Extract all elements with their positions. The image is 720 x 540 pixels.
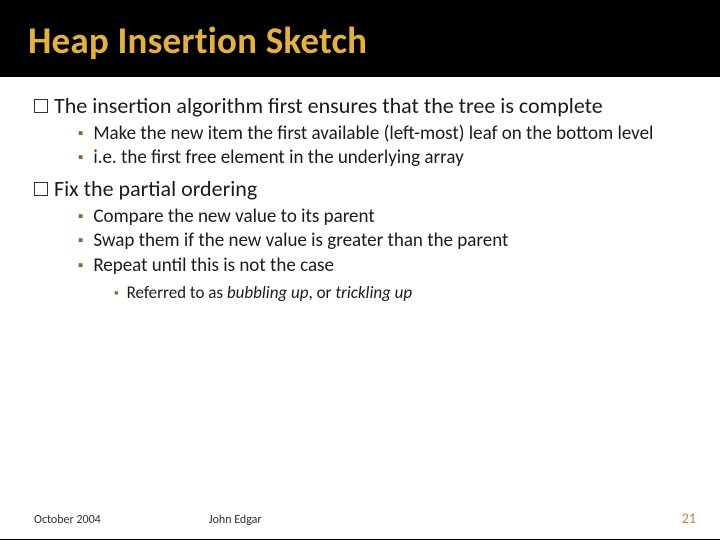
slide-number: 21 [682,510,696,527]
square-bullet-icon [34,182,48,196]
square-bullet-icon: ▪ [78,232,83,250]
emphasis: trickling up [335,282,412,303]
bullet-text-part: , or [309,282,336,303]
square-bullet-icon: ▪ [78,257,83,275]
bullet-level3: ▪ Referred to as bubbling up, or tricklin… [34,283,690,303]
bullet-level2: ▪ Repeat until this is not the case [34,255,690,277]
bullet-text: Fix the partial ordering [54,175,257,202]
content-area: The insertion algorithm first ensures th… [0,77,720,539]
bullet-text: The insertion algorithm first ensures th… [54,92,603,119]
subsublist: ▪ Referred to as bubbling up, or tricklin… [34,283,690,303]
sublist: ▪ Compare the new value to its parent ▪ Sw… [34,206,690,304]
square-bullet-icon [34,99,48,113]
bullet-text-part: Referred to as [127,282,227,303]
bullet-level2: ▪ Compare the new value to its parent [34,206,690,228]
bullet-text: Swap them if the new value is greater th… [93,229,508,252]
square-bullet-icon: ▪ [78,125,83,143]
footer: October 2004 John Edgar 21 [0,510,720,527]
footer-author: John Edgar [209,513,262,527]
slide-title: Heap Insertion Sketch [28,18,720,63]
emphasis: bubbling up [227,282,309,303]
bullet-level2: ▪ i.e. the first free element in the unde… [34,147,690,169]
bullet-text: Repeat until this is not the case [93,254,334,277]
bullet-text: Make the new item the first available (l… [93,122,653,145]
sublist: ▪ Make the new item the first available (… [34,123,690,170]
bullet-level2: ▪ Make the new item the first available (… [34,123,690,145]
bullet-text: Compare the new value to its parent [93,205,374,228]
bullet-level2: ▪ Swap them if the new value is greater t… [34,230,690,252]
footer-date: October 2004 [34,513,101,527]
bullet-level1: The insertion algorithm first ensures th… [34,93,690,119]
bullet-text: i.e. the first free element in the under… [93,146,463,169]
title-band: Heap Insertion Sketch [0,0,720,77]
square-bullet-icon: ▪ [114,286,119,301]
square-bullet-icon: ▪ [78,208,83,226]
bullet-level1: Fix the partial ordering [34,176,690,202]
square-bullet-icon: ▪ [78,149,83,167]
